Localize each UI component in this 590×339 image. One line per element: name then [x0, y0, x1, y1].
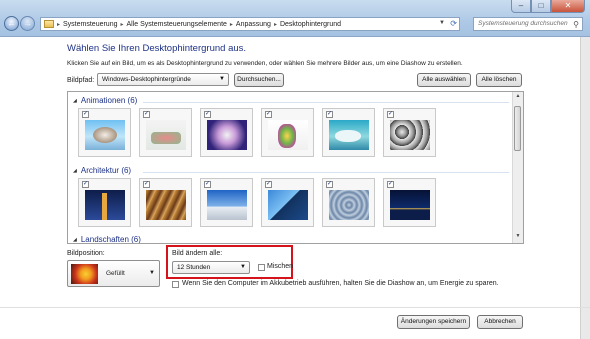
wallpaper-checkbox[interactable]: ✓: [326, 181, 333, 188]
wallpaper-checkbox[interactable]: ✓: [265, 181, 272, 188]
scroll-down-icon[interactable]: ▼: [513, 233, 523, 242]
scrollbar-thumb[interactable]: [514, 106, 521, 151]
wallpaper-checkbox[interactable]: ✓: [326, 111, 333, 118]
maximize-button[interactable]: □: [531, 0, 551, 13]
search-icon[interactable]: ⚲: [573, 19, 579, 31]
back-button[interactable]: ←: [4, 16, 19, 31]
wallpaper-checkbox[interactable]: ✓: [387, 111, 394, 118]
wallpaper-image: [329, 120, 369, 150]
wallpaper-image: [85, 190, 125, 220]
search-placeholder: Systemsteuerung durchsuchen: [478, 20, 568, 27]
wallpaper-thumbnail[interactable]: ✓: [261, 108, 314, 157]
bildpfad-label: Bildpfad:: [67, 77, 95, 84]
collapse-triangle-icon[interactable]: ◢: [73, 237, 77, 243]
wallpaper-checkbox[interactable]: ✓: [143, 111, 150, 118]
window-scrollbar[interactable]: [580, 37, 590, 339]
group-title: Architektur (6): [80, 166, 132, 175]
address-dropdown-icon[interactable]: ▼: [439, 20, 445, 26]
search-input[interactable]: Systemsteuerung durchsuchen ⚲: [473, 17, 583, 31]
position-preview-image: [71, 264, 98, 284]
position-value: Gefüllt: [106, 270, 125, 277]
wallpaper-image: [146, 120, 186, 150]
back-arrow-icon: ←: [7, 18, 16, 28]
chevron-down-icon: ▼: [149, 270, 155, 276]
wallpaper-thumbnail[interactable]: ✓: [139, 178, 192, 227]
wallpaper-thumbnail[interactable]: ✓: [78, 108, 131, 157]
group-divider: [143, 102, 509, 103]
wallpaper-thumbnail[interactable]: ✓: [139, 108, 192, 157]
bildpfad-select[interactable]: Windows-Desktophintergründe ▼: [97, 73, 229, 86]
breadcrumb-item[interactable]: Alle Systemsteuerungselemente: [124, 21, 230, 28]
footer-divider: [0, 307, 590, 308]
save-button[interactable]: Änderungen speichern: [397, 315, 470, 329]
page-title: Wählen Sie Ihren Desktophintergrund aus.: [67, 43, 247, 54]
wallpaper-image: [390, 190, 430, 220]
shuffle-checkbox[interactable]: [258, 264, 265, 271]
wallpaper-checkbox[interactable]: ✓: [204, 111, 211, 118]
group-header-landschaften[interactable]: ◢ Landschaften (6): [73, 235, 141, 244]
wallpaper-image: [268, 190, 308, 220]
page-description: Klicken Sie auf ein Bild, um es als Desk…: [67, 60, 463, 67]
wallpaper-checkbox[interactable]: ✓: [82, 111, 89, 118]
group-title: Landschaften (6): [80, 235, 141, 244]
wallpaper-thumbnail[interactable]: ✓: [261, 178, 314, 227]
wallpaper-gallery: ◢ Animationen (6) ✓ ✓ ✓ ✓ ✓ ✓ ◢ Architek…: [67, 91, 524, 244]
breadcrumb-item[interactable]: Desktophintergrund: [277, 21, 344, 28]
select-all-button[interactable]: Alle auswählen: [417, 73, 471, 87]
browse-button[interactable]: Durchsuchen...: [234, 73, 284, 87]
wallpaper-image: [207, 190, 247, 220]
position-select[interactable]: Gefüllt ▼: [67, 260, 160, 287]
window-controls: – □ ✕: [511, 0, 585, 14]
interval-value: 12 Stunden: [177, 264, 211, 271]
control-panel-icon: [44, 20, 54, 28]
scroll-up-icon[interactable]: ▲: [513, 93, 523, 102]
collapse-triangle-icon[interactable]: ◢: [73, 168, 77, 174]
clear-all-button[interactable]: Alle löschen: [476, 73, 522, 87]
wallpaper-checkbox[interactable]: ✓: [204, 181, 211, 188]
wallpaper-image: [85, 120, 125, 150]
wallpaper-thumbnail[interactable]: ✓: [200, 178, 253, 227]
collapse-triangle-icon[interactable]: ◢: [73, 98, 77, 104]
wallpaper-thumbnail[interactable]: ✓: [322, 108, 375, 157]
gallery-scrollbar[interactable]: ▲ ▼: [512, 92, 523, 243]
wallpaper-image: [390, 120, 430, 150]
interval-label: Bild ändern alle:: [172, 250, 223, 257]
chevron-down-icon: ▼: [240, 264, 246, 270]
position-label: Bildposition:: [67, 250, 105, 257]
wallpaper-image: [268, 120, 308, 150]
wallpaper-thumbnail[interactable]: ✓: [383, 178, 436, 227]
breadcrumb-item[interactable]: Anpassung: [233, 21, 274, 28]
wallpaper-checkbox[interactable]: ✓: [265, 111, 272, 118]
control-panel-window: – □ ✕ ← → ▸ Systemsteuerung ▸ Alle Syste…: [0, 0, 590, 339]
battery-pause-label: Wenn Sie den Computer im Akkubetrieb aus…: [182, 280, 499, 287]
forward-arrow-icon: →: [23, 18, 32, 28]
group-divider: [143, 172, 509, 173]
forward-button[interactable]: →: [20, 16, 35, 31]
wallpaper-checkbox[interactable]: ✓: [143, 181, 150, 188]
wallpaper-thumbnail[interactable]: ✓: [322, 178, 375, 227]
shuffle-label: Mischen: [267, 263, 294, 270]
address-bar[interactable]: ▸ Systemsteuerung ▸ Alle Systemsteuerung…: [40, 17, 460, 31]
wallpaper-checkbox[interactable]: ✓: [387, 181, 394, 188]
close-button[interactable]: ✕: [551, 0, 585, 13]
cancel-button[interactable]: Abbrechen: [477, 315, 523, 329]
wallpaper-image: [207, 120, 247, 150]
group-header-animationen[interactable]: ◢ Animationen (6): [73, 96, 137, 105]
wallpaper-thumbnail[interactable]: ✓: [383, 108, 436, 157]
wallpaper-thumbnail[interactable]: ✓: [78, 178, 131, 227]
wallpaper-thumbnail[interactable]: ✓: [200, 108, 253, 157]
group-title: Animationen (6): [80, 96, 138, 105]
bildpfad-value: Windows-Desktophintergründe: [102, 76, 191, 83]
battery-pause-checkbox[interactable]: [172, 281, 179, 288]
breadcrumb-item[interactable]: Systemsteuerung: [60, 21, 120, 28]
refresh-icon[interactable]: ⟳: [450, 19, 457, 28]
wallpaper-image: [146, 190, 186, 220]
minimize-button[interactable]: –: [511, 0, 531, 13]
wallpaper-image: [329, 190, 369, 220]
title-bar: – □ ✕ ← → ▸ Systemsteuerung ▸ Alle Syste…: [0, 0, 590, 37]
group-header-architektur[interactable]: ◢ Architektur (6): [73, 166, 131, 175]
interval-select[interactable]: 12 Stunden ▼: [172, 261, 250, 274]
chevron-down-icon: ▼: [219, 76, 225, 82]
wallpaper-checkbox[interactable]: ✓: [82, 181, 89, 188]
